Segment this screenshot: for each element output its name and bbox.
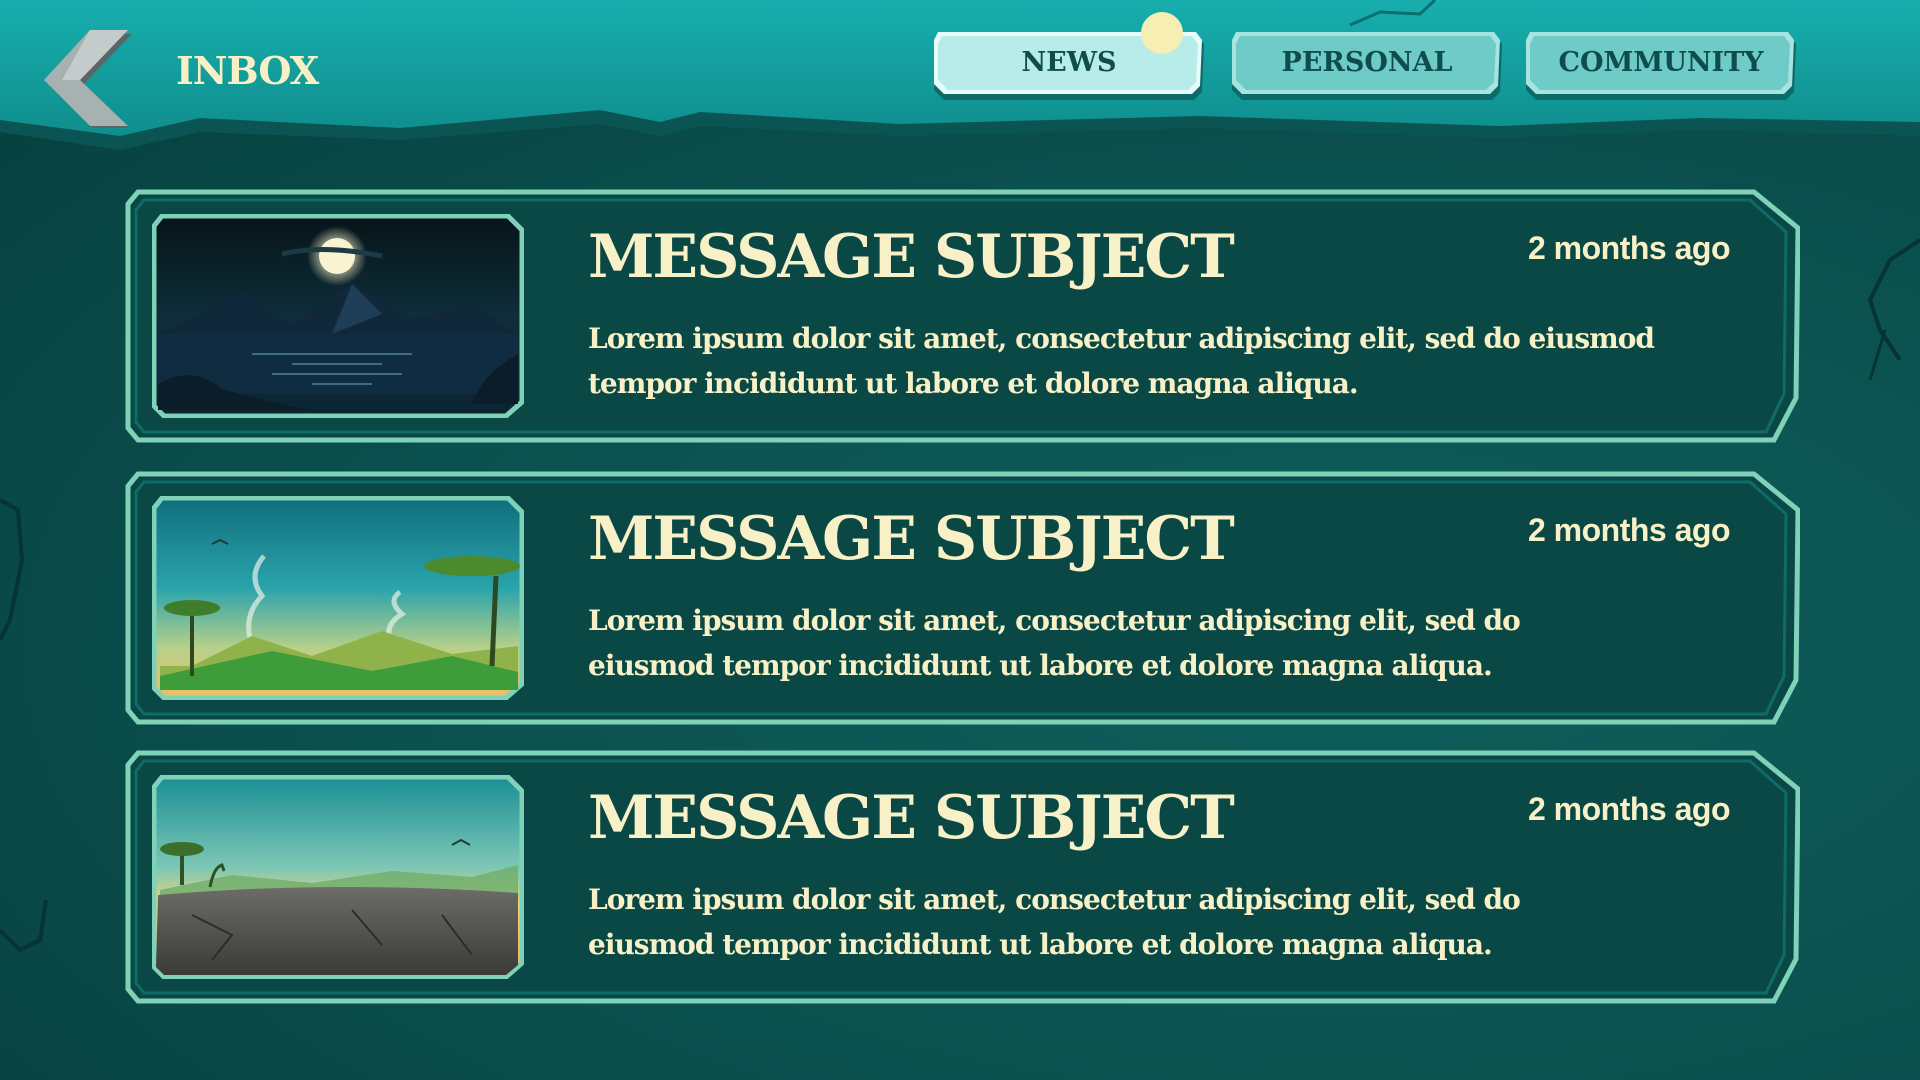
header-bar: INBOX NEWS PERSONAL COMMUNITY: [0, 0, 1920, 160]
back-chevron-icon: [44, 30, 132, 130]
message-time: 2 months ago: [1527, 230, 1731, 266]
message-body: Lorem ipsum dolor sit amet, consectetur …: [588, 604, 1521, 682]
rocky-plateau-thumbnail: [151, 774, 525, 980]
night-moon-lake-thumbnail: [151, 213, 525, 419]
message-body: Lorem ipsum dolor sit amet, consectetur …: [588, 322, 1655, 400]
notification-dot: [1141, 12, 1183, 54]
message-subject: MESSAGE SUBJECT: [588, 504, 1235, 574]
message-card[interactable]: MESSAGE SUBJECT 2 months ago Lorem ipsum…: [124, 188, 1800, 444]
tab-personal[interactable]: PERSONAL: [1228, 30, 1506, 102]
message-card[interactable]: MESSAGE SUBJECT 2 months ago Lorem ipsum…: [124, 749, 1800, 1005]
inbox-title: INBOX: [176, 48, 319, 93]
tab-label-community: COMMUNITY: [1558, 46, 1764, 78]
tab-community[interactable]: COMMUNITY: [1522, 30, 1800, 102]
message-subject: MESSAGE SUBJECT: [588, 222, 1235, 292]
savanna-volcano-thumbnail: [151, 495, 525, 701]
back-button[interactable]: [40, 28, 140, 130]
message-subject: MESSAGE SUBJECT: [588, 783, 1235, 853]
message-body: Lorem ipsum dolor sit amet, consectetur …: [588, 883, 1521, 961]
message-time: 2 months ago: [1527, 512, 1731, 548]
tab-label-personal: PERSONAL: [1281, 46, 1453, 78]
message-time: 2 months ago: [1527, 791, 1731, 827]
message-card[interactable]: MESSAGE SUBJECT 2 months ago Lorem ipsum…: [124, 470, 1800, 726]
